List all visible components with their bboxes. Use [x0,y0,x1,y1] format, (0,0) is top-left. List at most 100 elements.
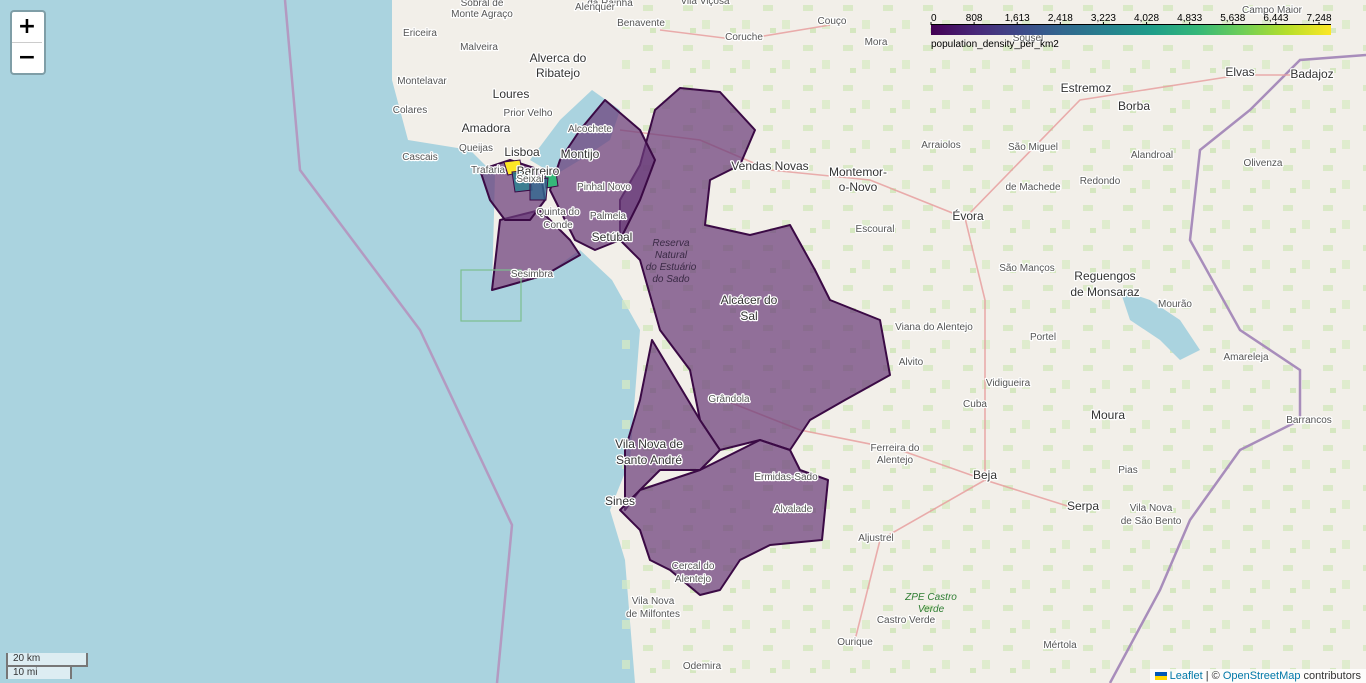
area-label-line: Natural [655,250,688,261]
colorbar-tick-label: 7,248 [1306,13,1331,24]
place-label: Alcochete [568,124,612,135]
place-label: Prior Velho [504,108,553,119]
colorbar-tick-label: 2,418 [1048,13,1073,24]
colorbar [931,25,1331,35]
reserve-label: ReservaNaturaldo Estuáriodo Sado [646,238,697,285]
place-label: Alverca do [530,51,587,65]
place-label: Malveira [460,42,498,53]
place-label: Ourique [837,637,873,648]
place-label: Setúbal [592,230,633,244]
scale-control: 20 km 10 mi [6,653,88,679]
osm-link[interactable]: OpenStreetMap [1223,670,1301,682]
place-label: Amareleja [1223,352,1268,363]
place-label: Amadora [462,121,511,135]
place-label: Cuba [963,399,987,410]
attribution: Leaflet | © OpenStreetMap contributors [1149,669,1366,683]
place-label: Monte Agraço [451,9,513,20]
place-label: Alvito [899,357,924,368]
place-label: Loures [493,87,530,101]
place-label: Palmela [590,211,627,222]
place-label: Aljustrel [858,533,894,544]
place-label: Grândola [708,394,750,405]
place-label: Castro Verde [877,615,936,626]
place-label: Lisboa [504,145,540,159]
attribution-sep: | © [1202,670,1223,682]
place-label: Sines [605,494,635,508]
place-label: Arraiolos [921,140,960,151]
attribution-suffix: contributors [1300,670,1361,682]
place-label: Vendas Novas [731,159,808,173]
place-label: Pias [1118,465,1137,476]
place-label: Viana do Alentejo [895,322,973,333]
place-label: de Milfontes [626,609,680,620]
colorbar-tick-label: 3,223 [1091,13,1116,24]
place-label: Cascais [402,152,438,163]
place-label: Mértola [1043,640,1077,651]
place-label: Alentejo [877,455,914,466]
place-label: Escoural [856,224,895,235]
place-label: São Manços [999,263,1055,274]
place-label: Queijas [459,143,493,154]
place-label: Elvas [1225,65,1254,79]
colorbar-title: population_density_per_km2 [931,39,1059,50]
place-label: Reguengos [1074,269,1135,283]
place-label: Quinta do [536,207,580,218]
place-label: Alenquer [575,2,616,13]
place-label: Alentejo [675,574,712,585]
place-label: Coruche [725,32,763,43]
area-label-line: do Sado [652,274,690,285]
leaflet-link[interactable]: Leaflet [1170,670,1203,682]
place-label: Cercal do [672,561,715,572]
place-label: Vila Viçosa [680,0,730,7]
place-label: Montijo [561,147,600,161]
colorbar-tick-label: 0 [931,13,937,24]
place-label: Alandroal [1131,150,1173,161]
place-label: Montelavar [397,76,447,87]
place-label: São Miguel [1008,142,1058,153]
place-label: Olivenza [1244,158,1283,169]
colorbar-tick-label: 4,833 [1177,13,1202,24]
place-label: Badajoz [1290,67,1333,81]
area-label-line: Verde [918,604,945,615]
map-canvas[interactable]: Sobral deMonte Agraçoda RainhaAlenquerVi… [0,0,1366,683]
place-label: de Machede [1005,182,1060,193]
place-label: Vila Nova [632,596,675,607]
place-label: Sesimbra [511,269,554,280]
place-label: de Monsaraz [1070,285,1139,299]
zoom-out-button[interactable]: − [12,43,42,73]
colorbar-tick-label: 808 [966,13,983,24]
place-label: Vidigueira [986,378,1031,389]
place-label: Estremoz [1061,81,1112,95]
place-label: Ferreira do [871,443,920,454]
place-label: Sal [740,309,757,323]
place-label: Moura [1091,408,1125,422]
area-label-line: ZPE Castro [904,592,957,603]
place-label: Ribatejo [536,66,580,80]
place-label: Serpa [1067,499,1099,513]
colorbar-tick-label: 5,638 [1220,13,1245,24]
colorbar-tick-label: 6,443 [1263,13,1288,24]
place-label: Montemor- [829,165,887,179]
place-label: Pinhal Novo [577,182,631,193]
place-label: Vila Nova de [615,437,683,451]
place-label: o-Novo [839,180,878,194]
place-label: Alcácer do [721,293,778,307]
place-label: Seixal [516,174,543,185]
place-label: Redondo [1080,176,1121,187]
place-label: Benavente [617,18,665,29]
colorbar-tick-label: 4,028 [1134,13,1159,24]
place-label: Trafaria [471,165,506,176]
place-label: Portel [1030,332,1056,343]
place-label: Colares [393,105,427,116]
place-label: Odemira [683,661,722,672]
place-label: Ericeira [403,28,437,39]
zoom-in-button[interactable]: + [12,12,42,43]
area-label-line: Reserva [652,238,690,249]
place-label: Mora [865,37,888,48]
place-label: Barrancos [1286,415,1332,426]
place-label: Borba [1118,99,1150,113]
colorbar-ticks: 0 808 1,613 2,418 3,223 4,028 4,833 5,638 6,443 7… [930,13,1332,25]
place-label: Vila Nova [1130,503,1173,514]
sea [0,0,640,683]
ukraine-flag-icon [1154,672,1167,681]
